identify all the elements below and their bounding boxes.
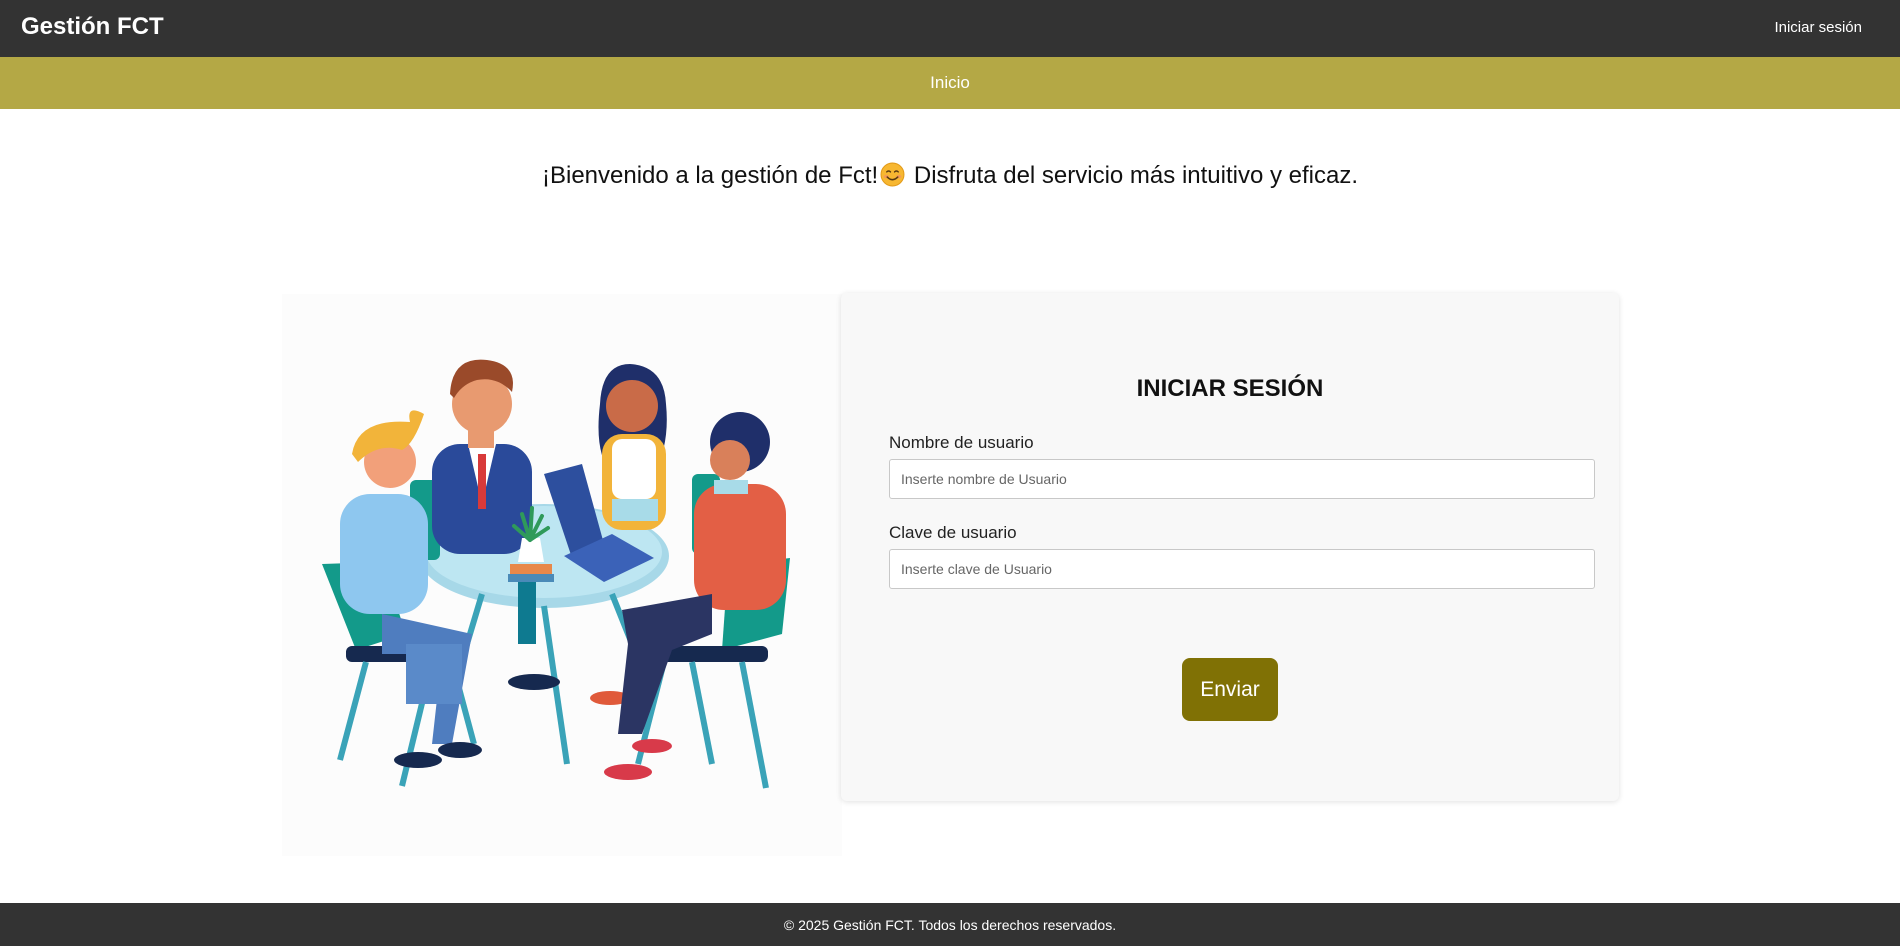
team-meeting-illustration	[282, 294, 842, 856]
login-card: INICIAR SESIÓN Nombre de usuario Clave d…	[841, 293, 1619, 801]
username-label: Nombre de usuario	[889, 433, 1034, 452]
brand-title: Gestión FCT	[21, 13, 164, 40]
smiling-face-icon	[880, 162, 905, 187]
welcome-text-part1: ¡Bienvenido a la gestión de Fct!	[541, 162, 879, 189]
welcome-text-part2: Disfruta del servicio más intuitivo y ef…	[913, 162, 1359, 189]
login-link[interactable]: Iniciar sesión	[1774, 19, 1862, 36]
welcome-message: ¡Bienvenido a la gestión de Fct! Disfrut…	[0, 162, 1900, 190]
nav-item-inicio[interactable]: Inicio	[0, 73, 1900, 93]
footer-copyright: © 2025 Gestión FCT. Todos los derechos r…	[783, 917, 1117, 933]
username-input[interactable]	[889, 459, 1595, 499]
submit-button[interactable]: Enviar	[1182, 658, 1278, 721]
top-header: Gestión FCT Iniciar sesión	[0, 0, 1900, 57]
nav-bar: Inicio	[0, 57, 1900, 109]
login-title: INICIAR SESIÓN	[1136, 375, 1324, 402]
footer: © 2025 Gestión FCT. Todos los derechos r…	[0, 903, 1900, 946]
password-input[interactable]	[889, 549, 1595, 589]
password-label: Clave de usuario	[889, 523, 1017, 542]
